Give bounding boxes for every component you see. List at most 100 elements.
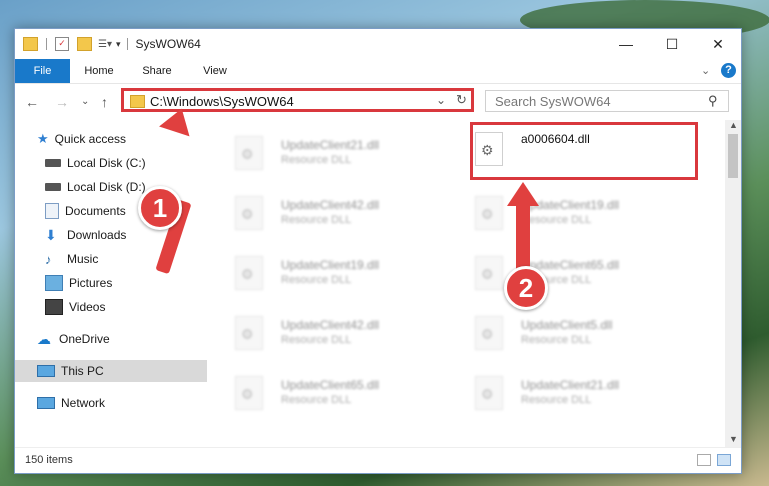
new-folder-icon[interactable] — [77, 37, 92, 51]
list-item[interactable]: ⚙ UpdateClient42.dll Resource DLL — [235, 314, 435, 364]
minimize-button[interactable]: — — [603, 29, 649, 59]
callout-number-1: 1 — [138, 186, 182, 230]
separator — [46, 38, 47, 50]
file-name: UpdateClient5.dll — [521, 318, 613, 332]
callout-number-2: 2 — [504, 266, 548, 310]
drive-icon — [45, 183, 61, 191]
file-type: Resource DLL — [521, 394, 592, 406]
dropdown-icon[interactable]: ▾ — [116, 39, 121, 50]
sidebar-item-network[interactable]: Network — [15, 392, 229, 414]
list-item[interactable]: ⚙ UpdateClient19.dll Resource DLL — [475, 194, 675, 244]
callout-arrowhead-2 — [507, 182, 539, 206]
title-bar: ✓ ☰▾ ▾ SysWOW64 — ☐ ✕ — [15, 29, 741, 59]
dll-file-icon: ⚙ — [235, 196, 263, 230]
search-placeholder: Search SysWOW64 — [495, 94, 611, 109]
sidebar-item-label: Network — [61, 396, 106, 410]
scrollbar-thumb[interactable] — [728, 134, 738, 178]
sidebar-item-label: Videos — [69, 300, 106, 314]
file-type: Resource DLL — [281, 334, 352, 346]
folder-icon — [130, 95, 145, 108]
list-item[interactable]: ⚙ UpdateClient19.dll Resource DLL — [235, 254, 435, 304]
separator — [126, 38, 128, 50]
list-item[interactable]: ⚙ UpdateClient21.dll Resource DLL — [475, 374, 675, 424]
status-bar: 150 items — [15, 447, 741, 473]
file-name: UpdateClient21.dll — [281, 138, 380, 152]
search-icon[interactable]: ⚲ — [708, 93, 718, 109]
sidebar-item-quick-access[interactable]: ★ Quick access — [15, 128, 229, 150]
file-type: Resource DLL — [521, 214, 592, 226]
list-item[interactable]: ⚙ UpdateClient42.dll Resource DLL — [235, 194, 435, 244]
item-count: 150 items — [25, 454, 73, 466]
list-item[interactable]: ⚙ UpdateClient21.dll Resource DLL — [235, 134, 435, 184]
folder-icon — [23, 37, 38, 51]
documents-icon — [45, 203, 59, 219]
close-button[interactable]: ✕ — [695, 29, 741, 59]
dll-file-icon: ⚙ — [475, 256, 503, 290]
refresh-icon[interactable]: ↻ — [456, 92, 467, 108]
sidebar-item-label: Downloads — [67, 228, 127, 242]
dll-file-icon: ⚙ — [475, 196, 503, 230]
customize-icon[interactable]: ☰▾ — [98, 39, 112, 50]
tab-file[interactable]: File — [15, 59, 70, 83]
file-type: Resource DLL — [281, 274, 352, 286]
up-arrow-icon[interactable]: ↑ — [101, 94, 108, 110]
sidebar-item-local-disk-c[interactable]: Local Disk (C:) 📌 — [15, 152, 237, 174]
file-list: ⚙ UpdateClient21.dll Resource DLL ⚙ Upda… — [207, 120, 725, 447]
dll-file-icon: ⚙ — [235, 256, 263, 290]
navigation-pane: ★ Quick access Local Disk (C:) 📌 Local D… — [15, 120, 234, 447]
download-icon: ⬇ — [45, 226, 57, 243]
scroll-up-icon[interactable]: ▲ — [729, 120, 738, 130]
address-dropdown-icon[interactable]: ⌄ — [436, 93, 446, 107]
sidebar-item-label: Local Disk (C:) — [67, 156, 146, 170]
music-icon: ♪ — [45, 251, 52, 267]
tab-home[interactable]: Home — [77, 59, 121, 83]
sidebar-item-label: Pictures — [69, 276, 113, 290]
sidebar-item-label: Quick access — [54, 132, 127, 146]
sidebar-item-label: Music — [67, 252, 99, 266]
dll-file-icon: ⚙ — [475, 316, 503, 350]
sidebar-item-label: Documents — [65, 204, 126, 218]
dll-file-icon: ⚙ — [475, 376, 503, 410]
star-icon: ★ — [37, 131, 49, 146]
sidebar-item-onedrive[interactable]: ☁ OneDrive — [15, 328, 229, 350]
help-icon[interactable]: ? — [721, 63, 736, 78]
cloud-icon: ☁ — [37, 330, 51, 347]
sidebar-item-documents[interactable]: Documents 📌 — [15, 200, 237, 222]
sidebar-item-videos[interactable]: Videos 📌 — [15, 296, 237, 318]
drive-icon — [45, 159, 61, 167]
computer-icon — [37, 365, 55, 377]
sidebar-item-pictures[interactable]: Pictures 📌 — [15, 272, 237, 294]
sidebar-item-local-disk-d[interactable]: Local Disk (D:) 📌 — [15, 176, 237, 198]
dll-file-icon: ⚙ — [235, 376, 263, 410]
videos-icon — [45, 299, 63, 315]
sidebar-item-label: Local Disk (D:) — [67, 180, 146, 194]
sidebar-item-label: OneDrive — [59, 332, 110, 346]
file-type: Resource DLL — [281, 214, 352, 226]
sidebar-item-this-pc[interactable]: This PC — [15, 360, 207, 382]
details-view-icon[interactable] — [697, 454, 711, 466]
window-title: SysWOW64 — [135, 37, 201, 51]
large-icons-view-icon[interactable] — [717, 454, 731, 466]
sidebar-item-music[interactable]: ♪ Music 📌 — [15, 248, 237, 270]
recent-dropdown-icon[interactable]: ⌄ — [81, 96, 89, 107]
search-box[interactable]: Search SysWOW64 ⚲ — [485, 90, 729, 112]
tab-view[interactable]: View — [193, 59, 237, 83]
file-name: UpdateClient42.dll — [281, 198, 380, 212]
scroll-down-icon[interactable]: ▼ — [729, 434, 738, 444]
file-explorer-window: ✓ ☰▾ ▾ SysWOW64 — ☐ ✕ File Home Share Vi… — [14, 28, 742, 474]
ribbon: File Home Share View ⌄ ? — [15, 59, 741, 84]
vertical-scrollbar[interactable]: ▲ ▼ — [725, 120, 741, 447]
back-arrow-icon[interactable]: ← — [25, 94, 39, 110]
file-name: UpdateClient42.dll — [281, 318, 380, 332]
dll-file-icon: ⚙ — [235, 136, 263, 170]
properties-icon[interactable]: ✓ — [55, 37, 69, 51]
expand-ribbon-icon[interactable]: ⌄ — [701, 64, 710, 77]
file-type: Resource DLL — [281, 154, 352, 166]
sidebar-item-downloads[interactable]: ⬇ Downloads 📌 — [15, 224, 237, 246]
maximize-button[interactable]: ☐ — [649, 29, 695, 59]
list-item[interactable]: ⚙ UpdateClient5.dll Resource DLL — [475, 314, 675, 364]
file-name: UpdateClient21.dll — [521, 378, 620, 392]
tab-share[interactable]: Share — [135, 59, 179, 83]
list-item[interactable]: ⚙ UpdateClient65.dll Resource DLL — [235, 374, 435, 424]
forward-arrow-icon[interactable]: → — [55, 94, 69, 110]
